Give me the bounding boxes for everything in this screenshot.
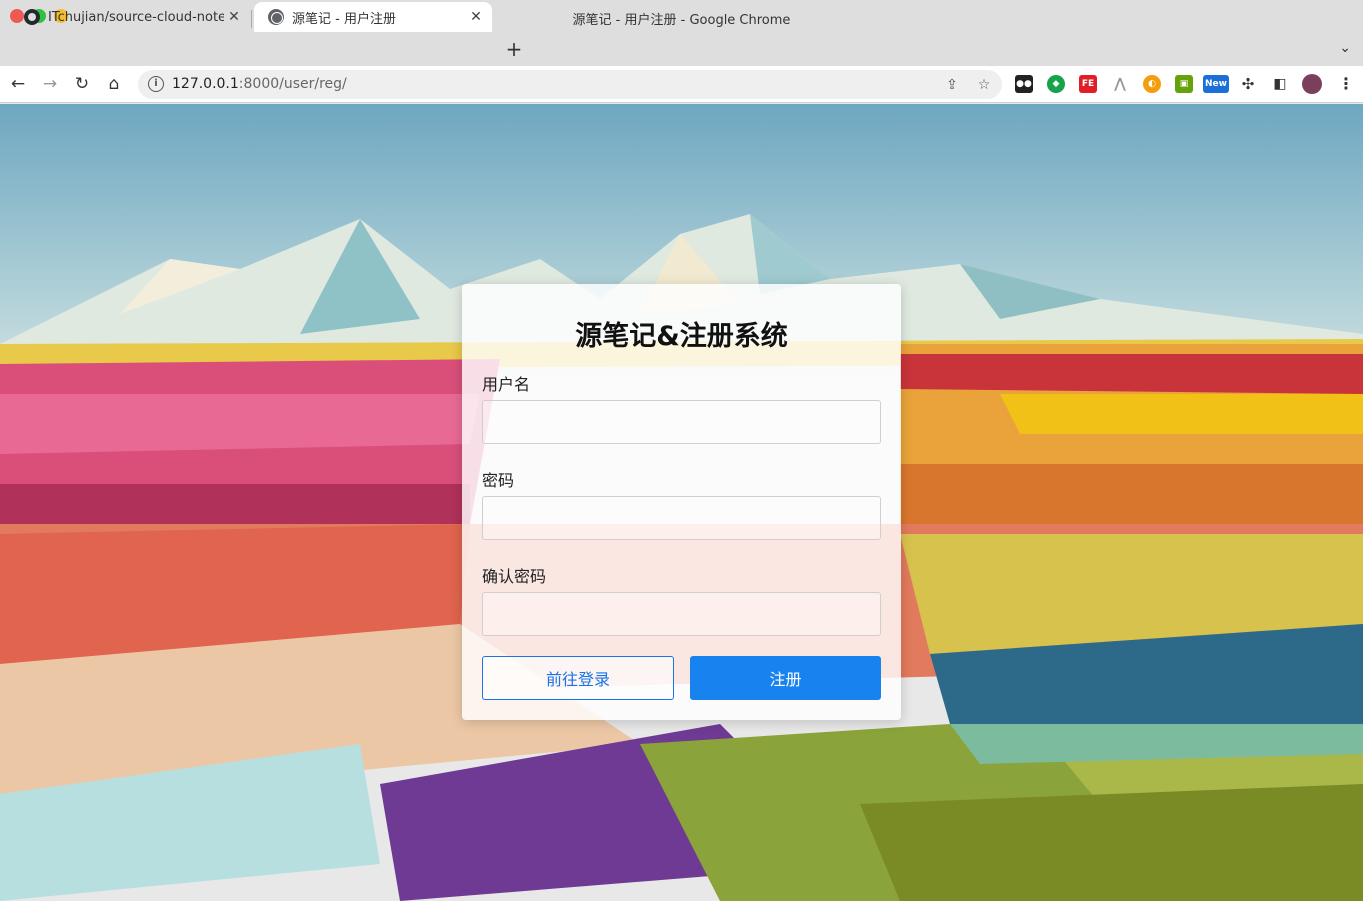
browser-toolbar: ← → ↻ ⌂ i 127.0.0.1:8000/user/reg/ ⇪ ☆ ●…	[0, 66, 1363, 103]
globe-icon	[268, 9, 284, 25]
password-label: 密码	[482, 471, 515, 490]
url-text[interactable]: 127.0.0.1:8000/user/reg/	[172, 76, 347, 92]
tab-label: 源笔记 - 用户注册	[292, 11, 396, 27]
register-card: 源笔记&注册系统 用户名 密码 确认密码 前往登录 注册	[462, 284, 901, 720]
new-tab-button[interactable]: +	[504, 37, 524, 61]
tab-search-chevron-icon[interactable]: ⌄	[1339, 40, 1351, 56]
tab-strip	[0, 34, 1363, 66]
bookmark-star-icon[interactable]: ☆	[974, 75, 994, 95]
go-to-login-button[interactable]: 前往登录	[482, 656, 674, 700]
tab-label: ITchujian/source-cloud-note	[48, 9, 224, 25]
extension-green-icon[interactable]: ▣	[1175, 75, 1193, 93]
page-viewport: 源笔记&注册系统 用户名 密码 确认密码 前往登录 注册	[0, 104, 1363, 901]
home-icon[interactable]: ⌂	[102, 72, 126, 96]
page-title: 源笔记&注册系统	[575, 321, 788, 352]
extension-circle-icon[interactable]: ◐	[1143, 75, 1161, 93]
site-info-icon[interactable]: i	[148, 76, 164, 92]
extension-a-icon[interactable]: ⋀	[1111, 75, 1129, 93]
close-tab-icon[interactable]: ✕	[224, 9, 244, 25]
tab-separator	[251, 10, 252, 28]
password-input[interactable]	[482, 496, 881, 540]
forward-arrow-icon[interactable]: →	[38, 72, 62, 96]
tab-github[interactable]: ITchujian/source-cloud-note ✕	[10, 2, 250, 32]
username-input[interactable]	[482, 400, 881, 444]
menu-kebab-icon[interactable]: ⋮	[1337, 75, 1355, 93]
url-path: :8000/user/reg/	[238, 76, 347, 92]
back-arrow-icon[interactable]: ←	[6, 72, 30, 96]
extension-new-icon[interactable]: New	[1203, 75, 1229, 93]
extension-icon-1[interactable]: ●●	[1015, 75, 1033, 93]
github-icon	[24, 9, 40, 25]
extension-fe-icon[interactable]: FE	[1079, 75, 1097, 93]
close-tab-icon[interactable]: ✕	[466, 9, 486, 25]
url-host: 127.0.0.1	[172, 76, 239, 92]
username-label: 用户名	[482, 375, 531, 394]
tab-register[interactable]: 源笔记 - 用户注册 ✕	[254, 2, 492, 32]
profile-avatar[interactable]	[1302, 74, 1322, 94]
side-panel-icon[interactable]: ◧	[1271, 75, 1289, 93]
address-bar[interactable]: i 127.0.0.1:8000/user/reg/ ⇪ ☆	[138, 70, 1002, 99]
confirm-password-label: 确认密码	[482, 567, 547, 586]
reload-icon[interactable]: ↻	[70, 72, 94, 96]
extension-shield-icon[interactable]: ◆	[1047, 75, 1065, 93]
share-icon[interactable]: ⇪	[942, 75, 962, 95]
extensions-puzzle-icon[interactable]: ✣	[1239, 75, 1257, 93]
confirm-password-input[interactable]	[482, 592, 881, 636]
register-button[interactable]: 注册	[690, 656, 881, 700]
